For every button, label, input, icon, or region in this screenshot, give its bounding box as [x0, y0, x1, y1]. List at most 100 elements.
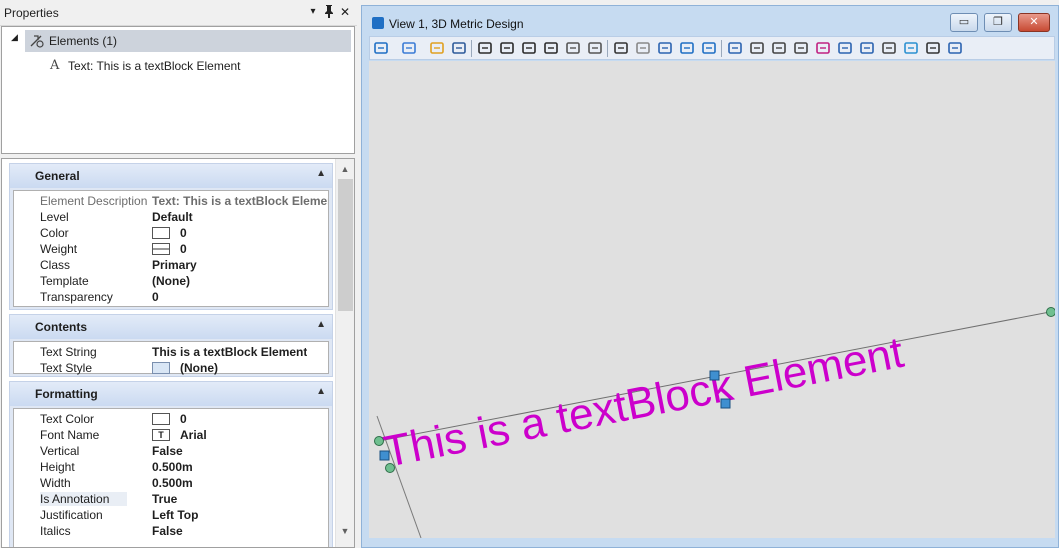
grip-handle[interactable]: [379, 450, 390, 461]
prop-label: Text Color: [40, 412, 95, 426]
save-view-icon[interactable]: [859, 40, 876, 56]
fit-view-icon[interactable]: [543, 40, 560, 56]
close-button[interactable]: ✕: [1018, 13, 1050, 32]
text-element-icon: A: [50, 58, 60, 73]
row-weight[interactable]: Weight 0: [14, 241, 328, 257]
contents-rows: Text String This is a textBlock Element …: [13, 341, 329, 376]
display-set-icon[interactable]: [837, 40, 854, 56]
collapse-chevron-icon[interactable]: ▲: [316, 168, 326, 179]
window-area-icon[interactable]: [521, 40, 538, 56]
prop-value: This is a textBlock Element: [152, 345, 308, 359]
row-level[interactable]: Level Default: [14, 209, 328, 225]
row-transparency[interactable]: Transparency 0: [14, 289, 328, 305]
group-general-header[interactable]: General ▲: [10, 164, 332, 188]
property-grid: General ▲ Element Description Text: This…: [1, 158, 355, 548]
copy-view-icon[interactable]: [727, 40, 744, 56]
pan-view-icon[interactable]: [587, 40, 604, 56]
prop-label: Template: [40, 274, 89, 288]
panel-menu-dropdown-icon[interactable]: ▾: [306, 4, 320, 20]
clip-volume-icon[interactable]: [749, 40, 766, 56]
pin-icon[interactable]: [322, 4, 336, 20]
grip-handle[interactable]: [720, 398, 731, 409]
z-depth-icon[interactable]: [815, 40, 832, 56]
expand-arrow-icon[interactable]: ◢: [11, 32, 18, 43]
row-class[interactable]: Class Primary: [14, 257, 328, 273]
row-template[interactable]: Template (None): [14, 273, 328, 289]
clear-clip-icon[interactable]: [925, 40, 942, 56]
group-contents-header[interactable]: Contents ▲: [10, 315, 332, 339]
toolbar-separator: [607, 40, 608, 57]
row-font-name[interactable]: Font Name T Arial: [14, 427, 328, 443]
group-contents: Contents ▲ Text String This is a textBlo…: [9, 314, 333, 377]
row-italics[interactable]: Italics False: [14, 523, 328, 539]
row-is-annotation[interactable]: Is Annotation True: [14, 491, 328, 507]
close-panel-icon[interactable]: ✕: [338, 4, 352, 20]
row-height[interactable]: Height 0.500m: [14, 459, 328, 475]
grip-handle[interactable]: [709, 370, 720, 381]
display-style-icon[interactable]: [401, 40, 418, 56]
view-forward-icon[interactable]: [701, 40, 718, 56]
mark-icon[interactable]: [793, 40, 810, 56]
lighting-icon[interactable]: [429, 40, 446, 56]
minimize-button[interactable]: ▭: [950, 13, 978, 32]
truetype-font-icon: T: [152, 429, 170, 441]
text-block-element[interactable]: This is a textBlock Element: [380, 328, 908, 477]
vertex-handle[interactable]: [385, 463, 395, 473]
row-text-string[interactable]: Text String This is a textBlock Element: [14, 344, 328, 360]
camera-icon[interactable]: [881, 40, 898, 56]
prop-label: Height: [40, 460, 75, 474]
formatting-rows: Text Color 0 Font Name T Arial Vertical …: [13, 408, 329, 547]
property-grid-scrollbar[interactable]: ▲ ▼: [335, 159, 354, 547]
prop-value: 0.500m: [152, 476, 193, 490]
row-width[interactable]: Width 0.500m: [14, 475, 328, 491]
walk-icon[interactable]: [613, 40, 630, 56]
camera-flash-icon[interactable]: [657, 40, 674, 56]
view-back-icon[interactable]: [679, 40, 696, 56]
clip-mask-icon[interactable]: [947, 40, 964, 56]
toolbar-separator: [471, 40, 472, 57]
elements-icon: [30, 35, 44, 48]
drawing-surface[interactable]: This is a textBlock Element: [369, 61, 1055, 538]
collapse-chevron-icon[interactable]: ▲: [316, 386, 326, 397]
toggle-3d-icon[interactable]: [771, 40, 788, 56]
rotate-view-icon[interactable]: [565, 40, 582, 56]
box-icon[interactable]: [903, 40, 920, 56]
vertex-handle[interactable]: [374, 436, 384, 446]
group-formatting-title: Formatting: [35, 387, 98, 401]
scrollbar-thumb[interactable]: [338, 179, 353, 311]
zoom-in-icon[interactable]: [477, 40, 494, 56]
group-formatting-header[interactable]: Formatting ▲: [10, 382, 332, 406]
prop-label: Is Annotation: [40, 492, 128, 506]
prop-value: 0: [180, 226, 187, 240]
toolbar-separator: [721, 40, 722, 57]
restore-button[interactable]: ❐: [984, 13, 1012, 32]
scroll-down-icon[interactable]: ▼: [336, 523, 354, 539]
prop-value: 0: [180, 242, 187, 256]
line-weight-icon: [152, 243, 170, 255]
view-attributes-icon[interactable]: [373, 40, 390, 56]
vertex-handle[interactable]: [1046, 307, 1056, 317]
element-tree: ◢ Elements (1) A Text: This is a textBlo…: [1, 26, 355, 154]
row-justification[interactable]: Justification Left Top: [14, 507, 328, 523]
tree-item-elements[interactable]: Elements (1): [25, 30, 351, 52]
row-text-style[interactable]: Text Style (None): [14, 360, 328, 376]
general-rows: Element Description Text: This is a text…: [13, 190, 329, 307]
group-contents-title: Contents: [35, 320, 87, 334]
collapse-chevron-icon[interactable]: ▲: [316, 319, 326, 330]
prop-value: 0: [180, 412, 187, 426]
prop-value: 0.500m: [152, 460, 193, 474]
row-text-color[interactable]: Text Color 0: [14, 411, 328, 427]
row-color[interactable]: Color 0: [14, 225, 328, 241]
prop-value: Text: This is a textBlock Element: [152, 194, 328, 208]
view-canvas[interactable]: This is a textBlock Element: [369, 61, 1055, 538]
text-style-icon: [152, 362, 170, 374]
group-formatting: Formatting ▲ Text Color 0 Font Name T Ar…: [9, 381, 333, 547]
scroll-up-icon[interactable]: ▲: [336, 161, 354, 177]
tree-item-text-element[interactable]: Text: This is a textBlock Element: [68, 59, 241, 73]
row-vertical[interactable]: Vertical False: [14, 443, 328, 459]
zoom-out-icon[interactable]: [499, 40, 516, 56]
properties-panel: Properties ▾ ✕ ◢ Elements (1) A Text: Th…: [0, 0, 357, 548]
row-element-description[interactable]: Element Description Text: This is a text…: [14, 193, 328, 209]
brush-icon[interactable]: [451, 40, 468, 56]
view-previous-icon[interactable]: [635, 40, 652, 56]
